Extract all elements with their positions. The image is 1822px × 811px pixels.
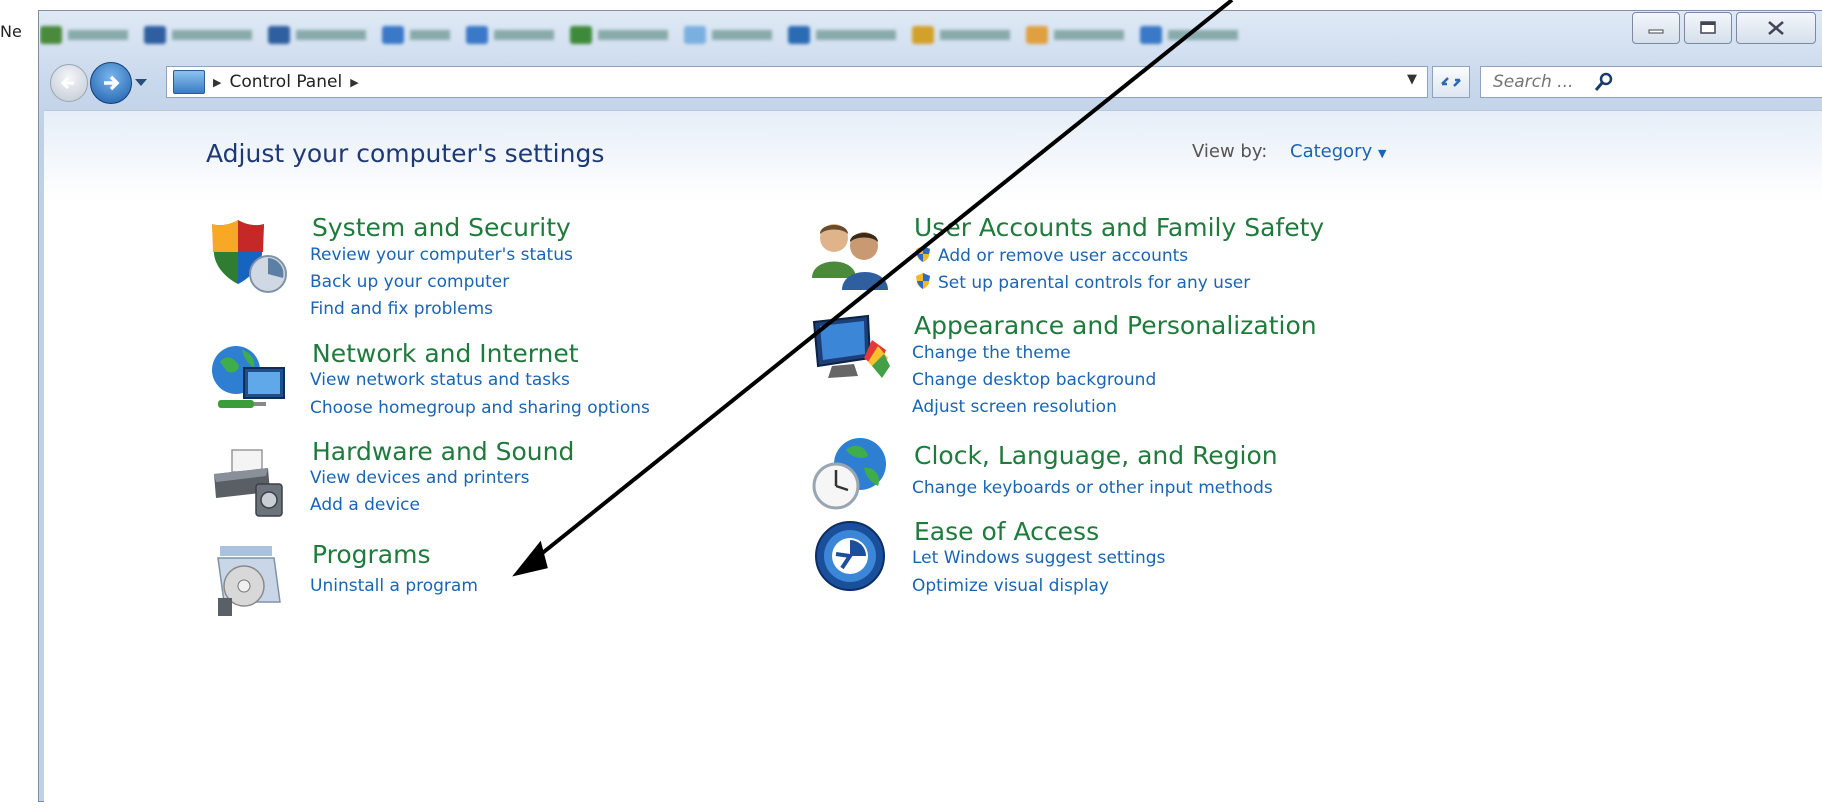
annotation-arrow	[512, 0, 1234, 577]
arrowhead-icon	[512, 540, 548, 577]
